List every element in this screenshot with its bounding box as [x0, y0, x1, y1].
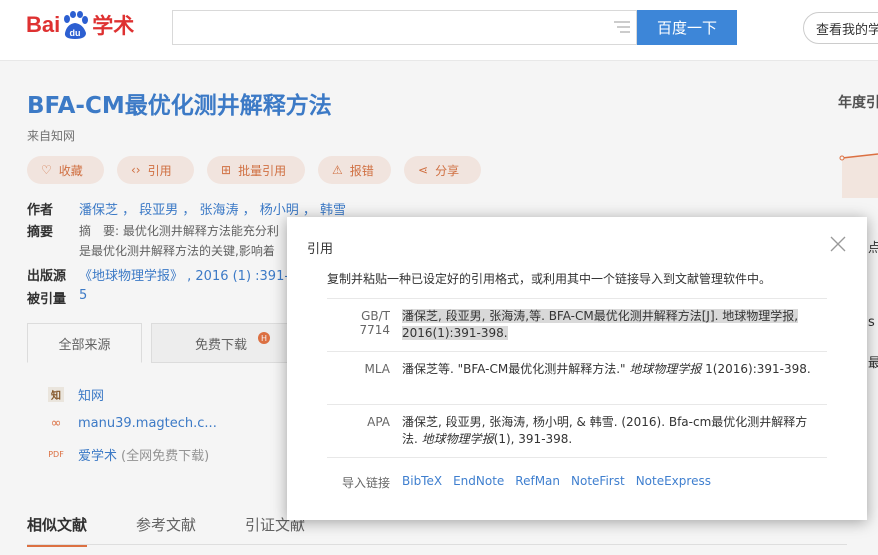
citation-format-label: GB/T 7714 [359, 309, 390, 337]
divider [327, 457, 827, 458]
search-input[interactable] [172, 10, 637, 45]
citation-format-row: GB/T 7714 潘保芝, 段亚男, 张海涛,等. BFA-CM最优化测井解释… [327, 298, 827, 351]
logo-bai-text: Bai [26, 12, 61, 37]
logo-xueshu-text: 学术 [92, 14, 135, 38]
export-endnote-link[interactable]: EndNote [453, 474, 504, 488]
export-bibtex-link[interactable]: BibTeX [402, 474, 442, 488]
dialog-title: 引用 [307, 242, 334, 257]
citation-content: 1(2016):391-398. [701, 362, 811, 376]
search-options-icon[interactable] [614, 21, 630, 33]
citation-journal: 地球物理学报 [629, 362, 702, 376]
search-button[interactable]: 百度一下 [637, 10, 737, 45]
export-notefirst-link[interactable]: NoteFirst [571, 474, 625, 488]
citation-format-row: APA 潘保芝, 段亚男, 张海涛, 杨小明, & 韩雪. (2016). Bf… [327, 404, 827, 457]
baidu-xueshu-logo[interactable]: Bai du 学术 [26, 9, 134, 41]
export-links-label: 导入链接 [341, 476, 390, 490]
export-links: BibTeX EndNote RefMan NoteFirst NoteExpr… [402, 474, 711, 488]
export-noteexpress-link[interactable]: NoteExpress [636, 474, 711, 488]
citation-content: 潘保芝, 段亚男, 张海涛,等. BFA-CM最优化测井解释方法[J]. 地球物… [402, 309, 799, 340]
citation-format-label: APA [367, 415, 390, 429]
citation-text[interactable]: 潘保芝, 段亚男, 张海涛, 杨小明, & 韩雪. (2016). Bfa-cm… [402, 414, 822, 448]
close-icon[interactable] [830, 236, 846, 252]
citation-content: (1), 391-398. [493, 432, 573, 446]
top-bar: Bai du 学术 百度一下 查看我的学 [0, 0, 878, 61]
citation-text[interactable]: 潘保芝, 段亚男, 张海涛,等. BFA-CM最优化测井解释方法[J]. 地球物… [402, 308, 822, 342]
citation-text[interactable]: 潘保芝等. "BFA-CM最优化测井解释方法." 地球物理学报 1(2016):… [402, 361, 822, 378]
citation-journal: 地球物理学报 [421, 432, 494, 446]
citation-content: 潘保芝等. "BFA-CM最优化测井解释方法." [402, 362, 630, 376]
citation-format-label: MLA [364, 362, 390, 376]
paw-icon: du [61, 11, 89, 39]
export-refman-link[interactable]: RefMan [515, 474, 560, 488]
cite-dialog: 引用 复制并粘贴一种已设定好的引用格式，或利用其中一个链接导入到文献管理软件中。… [287, 217, 867, 520]
my-library-button[interactable]: 查看我的学 [803, 12, 878, 44]
logo-du-text: du [70, 28, 81, 38]
citation-format-row: MLA 潘保芝等. "BFA-CM最优化测井解释方法." 地球物理学报 1(20… [327, 351, 827, 404]
dialog-description: 复制并粘贴一种已设定好的引用格式，或利用其中一个链接导入到文献管理软件中。 [327, 272, 772, 286]
